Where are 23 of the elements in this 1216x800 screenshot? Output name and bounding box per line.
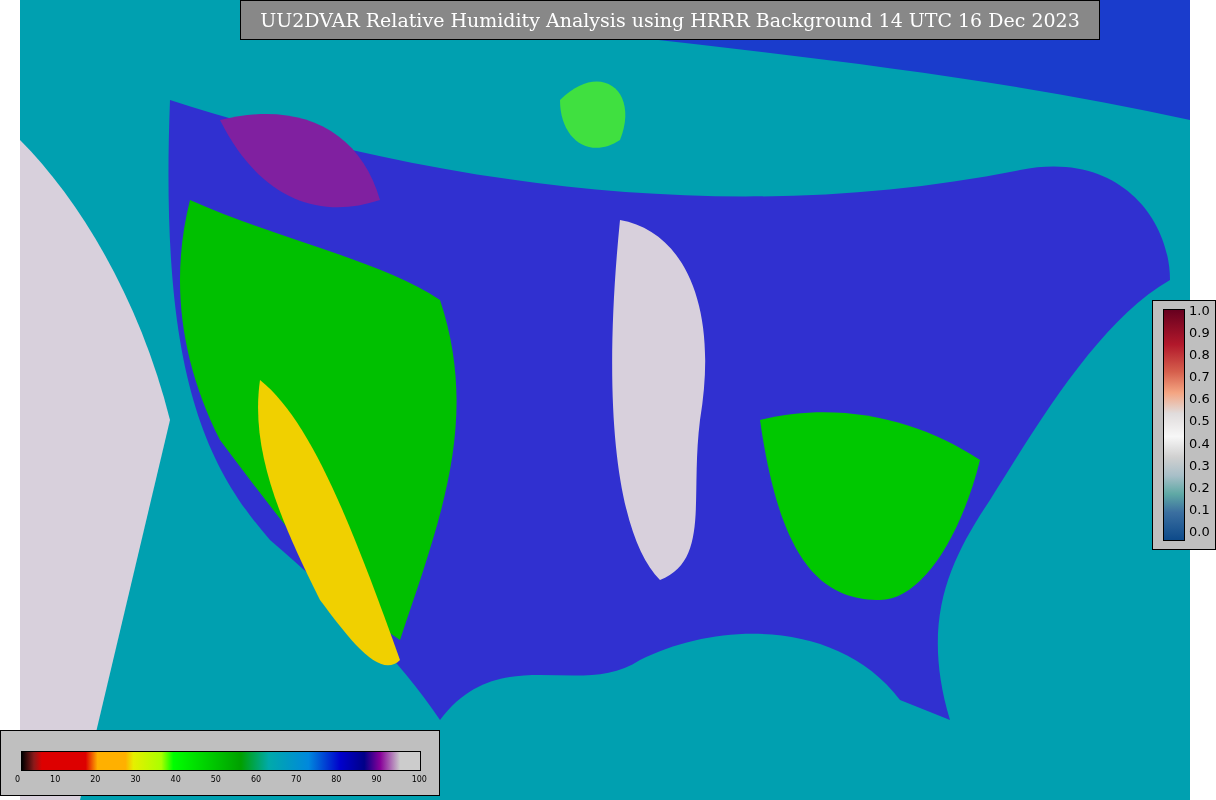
- tick-label: 0.6: [1189, 391, 1210, 407]
- tick-label: 0.9: [1189, 325, 1210, 341]
- tick-label: 50: [210, 775, 221, 784]
- tick-label: 0.7: [1189, 369, 1210, 385]
- tick-label: 0.5: [1189, 413, 1210, 429]
- tick-label: 0.1: [1189, 501, 1210, 517]
- tick-label: 100: [411, 775, 427, 784]
- tick-label: 10: [50, 775, 61, 784]
- tick-label: 70: [291, 775, 302, 784]
- tick-label: 1.0: [1189, 303, 1210, 318]
- map-title: UU2DVAR Relative Humidity Analysis using HRRR Background 14 UTC 16 Dec 2023: [240, 0, 1100, 40]
- tick-label: 0.3: [1189, 457, 1210, 473]
- tick-label: 0.8: [1189, 347, 1210, 363]
- tick-label: 20: [90, 775, 101, 784]
- tick-label: 40: [170, 775, 181, 784]
- tick-label: 60: [250, 775, 262, 784]
- tick-label: 0.2: [1189, 479, 1210, 495]
- tick-label: 0: [15, 775, 21, 784]
- tick-label: 0.0: [1189, 523, 1210, 539]
- tick-label: 90: [371, 775, 382, 784]
- tick-label: 80: [331, 775, 342, 784]
- tick-label: 30: [130, 775, 141, 784]
- tick-label: 0.4: [1189, 435, 1210, 451]
